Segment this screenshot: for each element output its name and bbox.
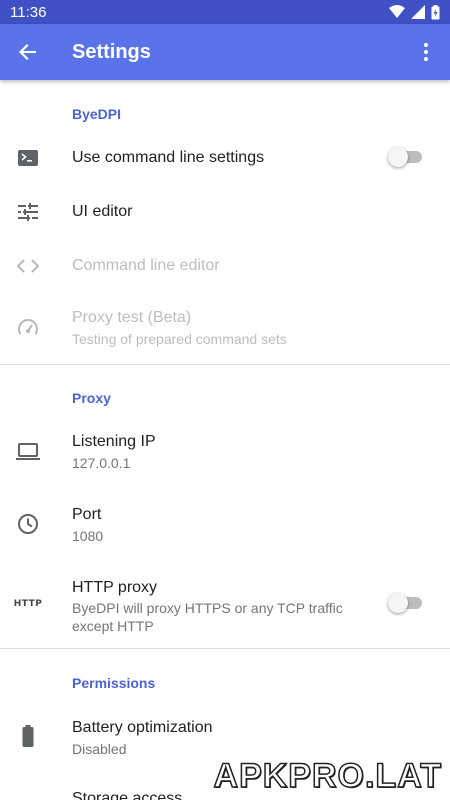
battery-status-icon: [431, 4, 440, 19]
switch-thumb: [388, 147, 408, 167]
command-line-switch[interactable]: [388, 147, 424, 167]
status-time: 11:36: [10, 3, 47, 21]
pref-port[interactable]: Port 1080: [0, 488, 450, 562]
pref-proxy-test[interactable]: Proxy test (Beta) Testing of prepared co…: [0, 293, 450, 363]
terminal-icon: [16, 146, 40, 170]
http-icon: HTTP: [13, 599, 43, 609]
back-button[interactable]: [0, 24, 56, 80]
laptop-icon: [16, 440, 40, 464]
pref-title: Command line editor: [72, 257, 220, 274]
code-icon: [16, 254, 40, 278]
page-title: Settings: [72, 40, 151, 63]
category-byedpi: ByeDPI: [72, 106, 122, 122]
http-proxy-switch[interactable]: [388, 593, 424, 613]
pref-ui-editor[interactable]: UI editor: [0, 185, 450, 239]
switch-thumb: [388, 593, 408, 613]
pref-title: Proxy test (Beta): [72, 309, 192, 326]
pref-command-line-editor[interactable]: Command line editor: [0, 239, 450, 293]
pref-summary: ByeDPI will proxy HTTPS or any TCP traff…: [72, 600, 343, 634]
status-icons: [389, 4, 440, 20]
pref-summary: Testing of prepared command sets: [72, 331, 287, 347]
section-divider: [0, 364, 450, 365]
pref-summary: Disabled: [72, 741, 127, 757]
pref-title: Use command line settings: [72, 149, 265, 166]
category-permissions: Permissions: [72, 675, 156, 691]
pref-use-command-line[interactable]: Use command line settings: [0, 131, 450, 185]
app-bar: Settings: [0, 24, 450, 80]
pref-summary: 1080: [72, 528, 104, 544]
pref-http-proxy[interactable]: HTTP HTTP proxy ByeDPI will proxy HTTPS …: [0, 562, 450, 648]
pref-title: UI editor: [72, 203, 133, 220]
wifi-icon: [389, 5, 405, 18]
pref-listening-ip[interactable]: Listening IP 127.0.0.1: [0, 416, 450, 488]
pref-summary: 127.0.0.1: [72, 455, 131, 471]
settings-list: ByeDPI Use command line settings UI edit…: [0, 80, 450, 800]
tune-icon: [16, 200, 40, 224]
pref-title: Port: [72, 506, 102, 523]
watermark: APKPRO.LAT: [213, 756, 442, 796]
status-bar: 11:36: [0, 0, 450, 24]
pref-title: Storage access: [72, 790, 183, 800]
signal-icon: [411, 5, 425, 19]
category-proxy: Proxy: [72, 390, 111, 406]
pref-title: Battery optimization: [72, 719, 213, 736]
clock-icon: [16, 512, 40, 536]
more-vert-icon: [424, 43, 428, 61]
speedometer-icon: [16, 316, 40, 340]
pref-title: Listening IP: [72, 433, 156, 450]
section-divider: [0, 648, 450, 649]
more-options-button[interactable]: [402, 24, 450, 80]
arrow-back-icon: [19, 44, 36, 60]
battery-icon: [16, 724, 40, 748]
pref-title: HTTP proxy: [72, 579, 158, 596]
